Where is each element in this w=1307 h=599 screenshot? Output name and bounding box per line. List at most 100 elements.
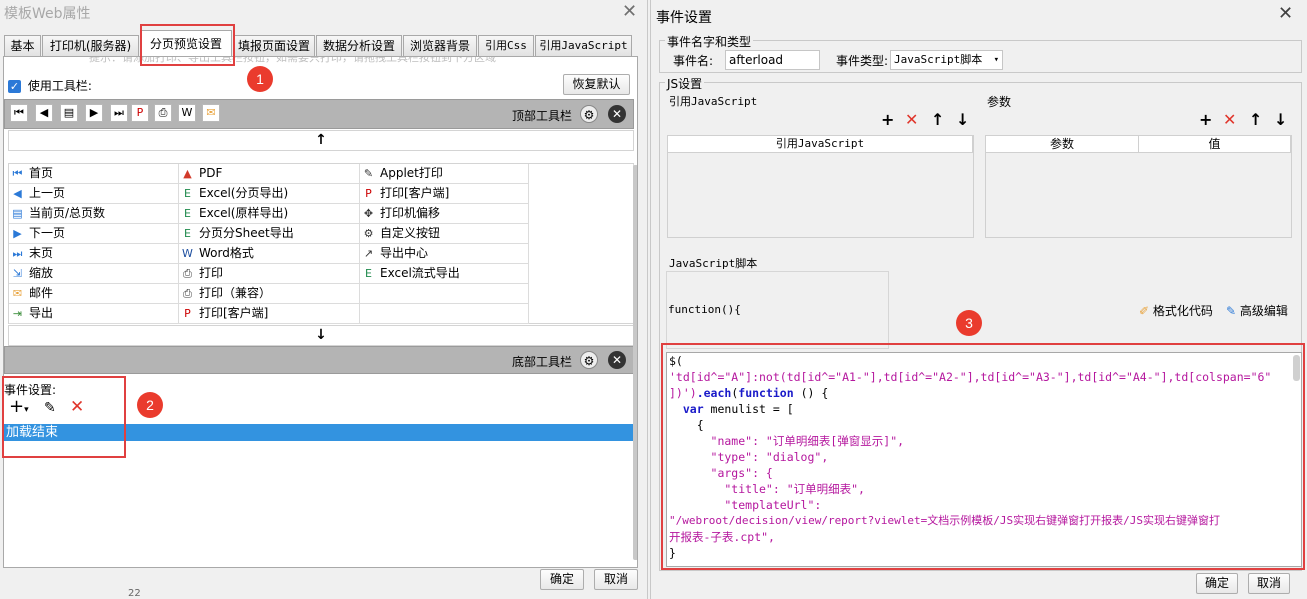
vertical-scrollbar[interactable] (633, 165, 637, 560)
tab-printer-server[interactable]: 打印机(服务器) (42, 35, 139, 56)
toolbar-option-button[interactable]: ▤ 当前页/总页数 (9, 204, 179, 224)
move-up-arrow-icon[interactable]: ↑ (8, 130, 634, 151)
export-center-icon: ↗ (363, 247, 374, 260)
use-toolbar-checkbox[interactable]: ✓ (8, 80, 21, 93)
settings-gear-icon[interactable]: ⚙ (580, 105, 598, 123)
page-count-icon[interactable]: ▤ (60, 104, 78, 122)
remove-toolbar-icon[interactable]: ✕ (608, 351, 626, 369)
toolbar-option-button[interactable]: ▶ 下一页 (9, 224, 179, 244)
delete-icon[interactable]: ✕ (1223, 112, 1236, 128)
toolbar-option-button[interactable]: ⇥ 导出 (9, 304, 179, 324)
close-icon[interactable]: ✕ (1278, 3, 1293, 24)
toolbar-option-button[interactable]: ⎙ 打印 (179, 264, 360, 284)
toolbar-option-button[interactable]: ▲ PDF (179, 164, 360, 184)
advanced-edit-button[interactable]: ✎ 高级编辑 (1226, 302, 1288, 319)
first-page-icon[interactable]: ⏮ (10, 104, 28, 122)
js-settings-legend: JS设置 (665, 75, 705, 92)
event-name-input[interactable]: afterload (725, 50, 820, 70)
value-column-header: 值 (1139, 136, 1291, 153)
ok-button[interactable]: 确定 (1196, 573, 1238, 594)
chevron-down-icon: ▾ (993, 55, 999, 65)
toolbar-option-button[interactable]: ✎ Applet打印 (360, 164, 529, 184)
toolbar-option-label: 上一页 (29, 186, 66, 200)
restore-default-button[interactable]: 恢复默认 (563, 74, 630, 95)
print-client-icon[interactable]: P (131, 104, 149, 122)
toolbar-option-label: Applet打印 (380, 166, 443, 180)
script-legend: JavaScript脚本 (669, 257, 758, 270)
move-up-icon[interactable]: ↑ (1249, 112, 1262, 128)
printer-icon[interactable]: ⎙ (154, 104, 172, 122)
toolbar-option-label: 缩放 (29, 266, 54, 280)
toolbar-option-label: 首页 (29, 166, 54, 180)
zoom-icon: ⇲ (12, 267, 23, 280)
toolbar-option-button[interactable]: E Excel流式导出 (360, 264, 529, 284)
tab-fill-page[interactable]: 填报页面设置 (233, 35, 315, 56)
add-icon[interactable]: + (881, 112, 894, 128)
toolbar-option-label: Excel流式导出 (380, 266, 460, 280)
bottom-toolbar: 底部工具栏 ⚙ ✕ (4, 346, 634, 374)
toolbar-option-button[interactable]: ⏮ 首页 (9, 164, 179, 184)
tab-browser-background[interactable]: 浏览器背景 (403, 35, 477, 56)
event-type-value: JavaScript脚本 (894, 53, 983, 66)
toolbar-option-label: 打印（兼容） (199, 286, 272, 300)
remove-toolbar-icon[interactable]: ✕ (608, 105, 626, 123)
add-icon[interactable]: + (1199, 112, 1212, 128)
toolbar-option-button[interactable]: ✥ 打印机偏移 (360, 204, 529, 224)
cancel-button[interactable]: 取消 (1248, 573, 1290, 594)
toolbar-option-label: Excel(分页导出) (199, 186, 289, 200)
word-icon[interactable]: W (178, 104, 196, 122)
delete-icon[interactable]: ✕ (905, 112, 918, 128)
toolbar-option-button[interactable]: ⏭ 末页 (9, 244, 179, 264)
toolbar-option-button[interactable]: ⎙ 打印（兼容） (179, 284, 360, 304)
toolbar-option-button[interactable]: E 分页分Sheet导出 (179, 224, 360, 244)
toolbar-option-label: 打印 (199, 266, 224, 280)
tab-data-analysis[interactable]: 数据分析设置 (316, 35, 402, 56)
tab-panel: 提示：请添加打印、导出工具栏按钮，如需要只打印，请拖拽工具栏按钮到下方区域 ✓ … (3, 56, 638, 568)
bottom-toolbar-label: 底部工具栏 (512, 355, 573, 369)
move-down-arrow-icon[interactable]: ↓ (8, 325, 634, 346)
toolbar-option-label: PDF (199, 166, 223, 180)
applet-print-icon: ✎ (363, 167, 374, 180)
ref-js-table[interactable]: 引用JavaScript (667, 135, 974, 238)
format-code-button[interactable]: ✐ 格式化代码 (1139, 302, 1213, 319)
last-page-icon[interactable]: ⏭ (110, 104, 128, 122)
move-down-icon[interactable]: ↓ (1274, 112, 1287, 128)
mail-icon[interactable]: ✉ (202, 104, 220, 122)
params-table[interactable]: 参数 值 (985, 135, 1292, 238)
settings-gear-icon[interactable]: ⚙ (580, 351, 598, 369)
printer-icon: ⎙ (183, 287, 192, 300)
toolbar-option-button[interactable]: E Excel(分页导出) (179, 184, 360, 204)
printer-icon: ⎙ (183, 267, 192, 280)
next-page-icon[interactable]: ▶ (85, 104, 103, 122)
toolbar-option-button[interactable]: ⇲ 缩放 (9, 264, 179, 284)
prev-page-icon[interactable]: ◀ (35, 104, 53, 122)
toolbar-option-button[interactable]: E Excel(原样导出) (179, 204, 360, 224)
move-up-icon[interactable]: ↑ (931, 112, 944, 128)
toolbar-option-button[interactable]: P 打印[客户端] (360, 184, 529, 204)
event-type-select[interactable]: JavaScript脚本 ▾ (890, 50, 1003, 70)
move-down-icon[interactable]: ↓ (956, 112, 969, 128)
excel-icon: E (184, 187, 191, 200)
cancel-button[interactable]: 取消 (594, 569, 638, 590)
first-page-icon: ⏮ (12, 167, 23, 180)
print-client-icon: P (365, 187, 372, 200)
toolbar-option-button[interactable]: ◀ 上一页 (9, 184, 179, 204)
toolbar-option-button[interactable]: ✉ 邮件 (9, 284, 179, 304)
toolbar-option-button[interactable]: P 打印[客户端] (179, 304, 360, 324)
web-properties-dialog: 模板Web属性 ✕ 基本 打印机(服务器) 分页预览设置 填报页面设置 数据分析… (0, 0, 648, 599)
toolbar-option-label: 分页分Sheet导出 (199, 226, 294, 240)
param-column-header: 参数 (986, 136, 1139, 153)
toolbar-option-button[interactable]: W Word格式 (179, 244, 360, 264)
toolbar-option-button[interactable]: ↗ 导出中心 (360, 244, 529, 264)
ok-button[interactable]: 确定 (540, 569, 584, 590)
toolbar-option-label: 打印[客户端] (199, 306, 269, 320)
footer-fragment: 22 (128, 588, 141, 599)
toolbar-button-grid: ⏮ 首页 ▲ PDF ✎ Applet打印 ◀ 上一页 E Excel(分页导出) P 打印[客户端]… (8, 163, 634, 324)
tab-basic[interactable]: 基本 (4, 35, 41, 56)
tab-ref-css[interactable]: 引用Css (478, 35, 534, 56)
close-icon[interactable]: ✕ (622, 1, 637, 22)
toolbar-option-label: 自定义按钮 (380, 226, 441, 240)
pdf-icon: ▲ (183, 167, 192, 180)
tab-ref-javascript[interactable]: 引用JavaScript (535, 35, 632, 56)
toolbar-option-button[interactable]: ⚙ 自定义按钮 (360, 224, 529, 244)
